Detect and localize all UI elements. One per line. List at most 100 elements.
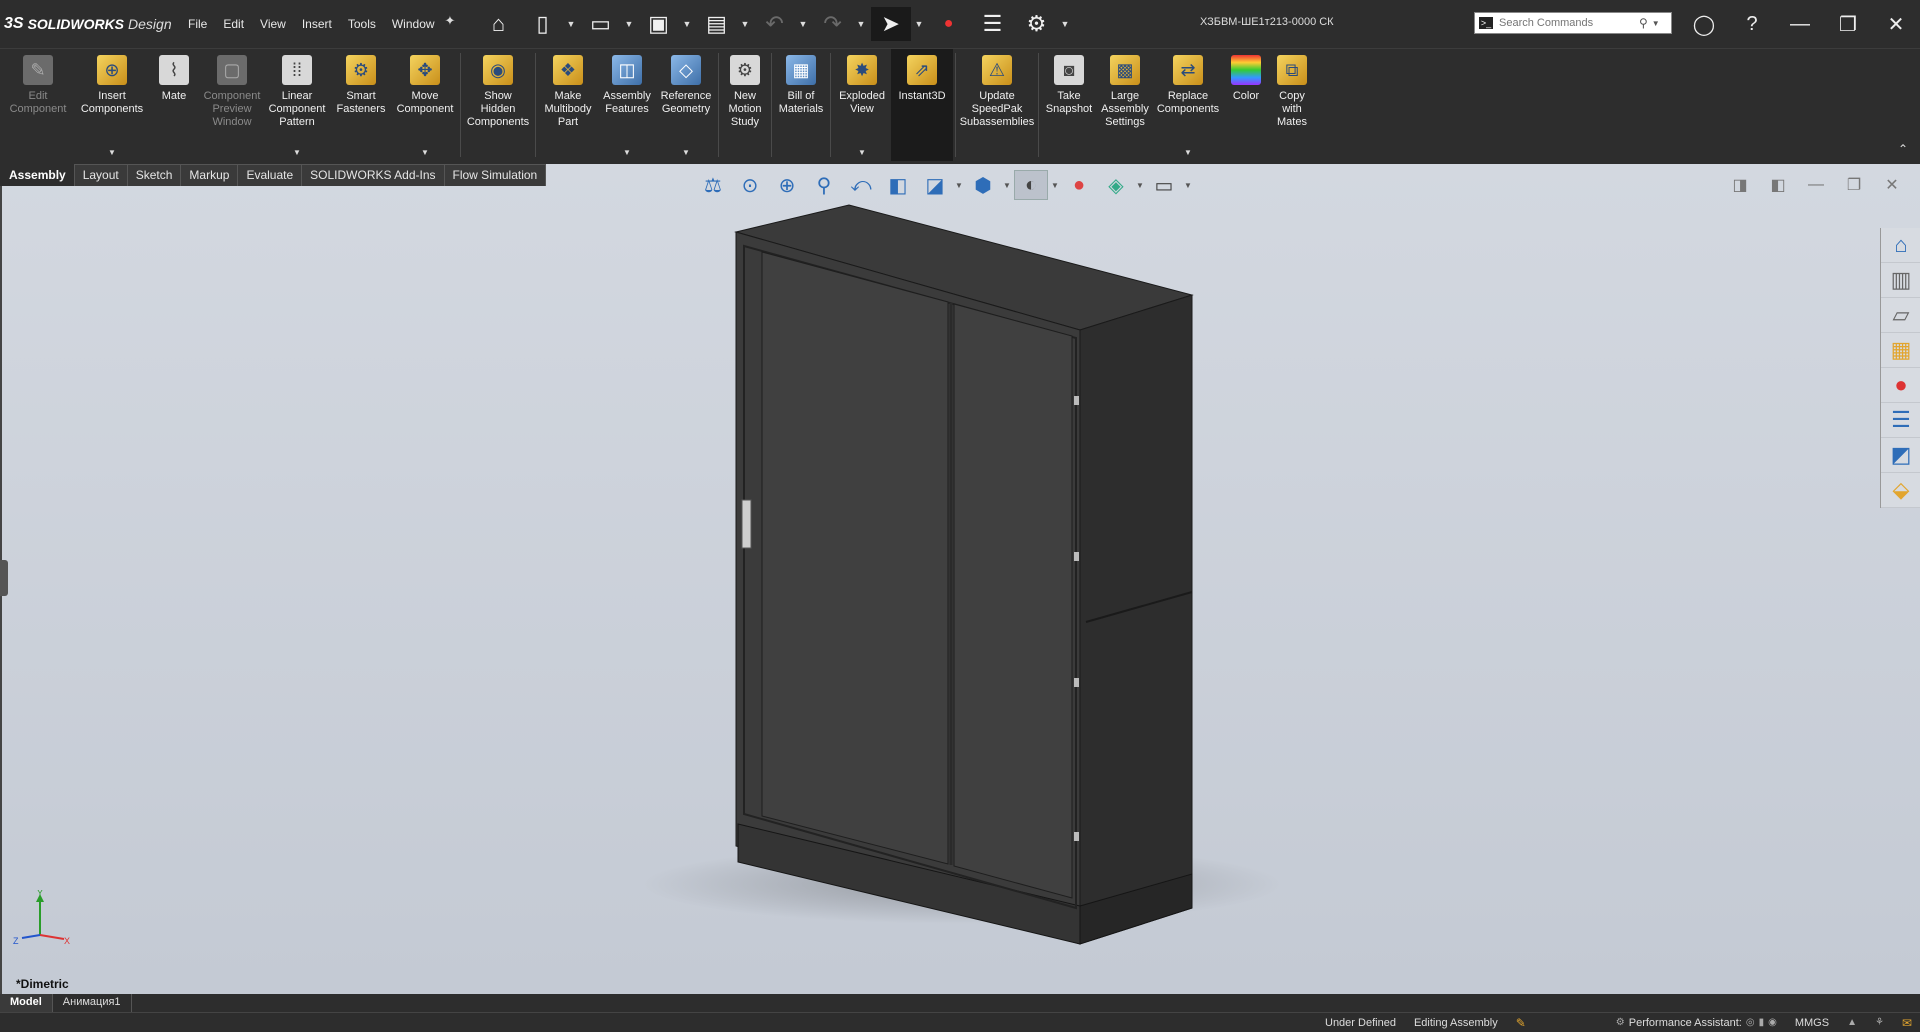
options-gear-icon[interactable]: ⚙ — [1017, 7, 1057, 41]
menu-view[interactable]: View — [252, 13, 294, 35]
menu-insert[interactable]: Insert — [294, 13, 340, 35]
viewport-close-icon[interactable]: ✕ — [1876, 174, 1908, 196]
search-icon[interactable]: ⚲ — [1639, 16, 1648, 30]
view-palette-icon[interactable]: ▦ — [1881, 333, 1920, 368]
tab-evaluate[interactable]: Evaluate — [237, 164, 303, 186]
expand-right-icon[interactable]: ◧ — [1762, 174, 1794, 196]
move-component-dropdown-icon[interactable]: ▼ — [421, 146, 429, 159]
solidworks-forum-icon[interactable]: ◩ — [1881, 438, 1920, 473]
quick-tips-icon[interactable]: ⚘ — [1875, 1017, 1884, 1028]
custom-properties-icon[interactable]: ☰ — [1881, 403, 1920, 438]
zoom-to-fit-icon[interactable]: ⊙ — [733, 170, 767, 200]
new-motion-study-button[interactable]: ⚙ New Motion Study — [721, 49, 769, 161]
tab-layout[interactable]: Layout — [73, 164, 128, 186]
feature-manager-expand-handle[interactable] — [0, 560, 8, 596]
section-view-icon[interactable]: ◧ — [881, 170, 915, 200]
assembly-features-dropdown-icon[interactable]: ▼ — [623, 146, 631, 159]
door-handle[interactable] — [741, 499, 752, 549]
select-cursor-icon[interactable]: ➤ — [870, 7, 911, 41]
rebuild-traffic-light-icon[interactable]: ● — [929, 7, 969, 41]
redo-dropdown-icon[interactable]: ▼ — [857, 19, 867, 29]
cabinet-3d-model[interactable] — [2, 164, 1918, 994]
minimize-icon[interactable]: — — [1776, 0, 1824, 48]
edit-appearance-icon[interactable]: ● — [1062, 170, 1096, 200]
color-button[interactable]: Color — [1223, 49, 1269, 161]
insert-components-dropdown-icon[interactable]: ▼ — [108, 146, 116, 159]
solidworks-resources-home-icon[interactable]: ⌂ — [1881, 228, 1920, 263]
design-library-icon[interactable]: ▥ — [1881, 263, 1920, 298]
toolbox-icon[interactable]: ⬙ — [1881, 473, 1920, 508]
update-speedpak-button[interactable]: ⚠ Update SpeedPak Subassemblies — [958, 49, 1036, 161]
options-dropdown-icon[interactable]: ▼ — [1061, 19, 1071, 29]
view-settings-monitor-icon[interactable]: ▭ — [1147, 170, 1181, 200]
home-icon[interactable]: ⌂ — [479, 7, 519, 41]
assembly-features-button[interactable]: ◫ Assembly Features ▼ — [598, 49, 656, 161]
select-dropdown-icon[interactable]: ▼ — [915, 19, 925, 29]
copy-with-mates-button[interactable]: ⧉ Copy with Mates — [1269, 49, 1315, 161]
menu-tools[interactable]: Tools — [340, 13, 384, 35]
save-dropdown-icon[interactable]: ▼ — [683, 19, 693, 29]
display-style-dropdown-icon[interactable]: ▼ — [1003, 181, 1011, 190]
new-dropdown-icon[interactable]: ▼ — [567, 19, 577, 29]
exploded-view-dropdown-icon[interactable]: ▼ — [858, 146, 866, 159]
performance-assistant[interactable]: ⚙ Performance Assistant: ◎ ▮ ◉ — [1616, 1017, 1777, 1029]
undo-icon[interactable]: ↶ — [755, 7, 795, 41]
show-hidden-components-button[interactable]: ◉ Show Hidden Components — [463, 49, 533, 161]
new-document-icon[interactable]: ▯ — [523, 7, 563, 41]
collapse-left-icon[interactable]: ◨ — [1724, 174, 1756, 196]
tab-solidworks-add-ins[interactable]: SOLIDWORKS Add-Ins — [301, 164, 445, 186]
tab-assembly[interactable]: Assembly — [0, 164, 75, 186]
mate-button[interactable]: ⌇ Mate — [148, 49, 200, 161]
linear-component-pattern-button[interactable]: ⁞⁞ Linear Component Pattern ▼ — [264, 49, 330, 161]
search-commands[interactable]: >_ ⚲ ▼ — [1474, 12, 1672, 34]
hide-show-dropdown-icon[interactable]: ▼ — [1051, 181, 1059, 190]
redo-icon[interactable]: ↷ — [813, 7, 853, 41]
menu-file[interactable]: File — [180, 13, 215, 35]
account-icon[interactable]: ◯ — [1680, 0, 1728, 48]
replace-components-dropdown-icon[interactable]: ▼ — [1184, 146, 1192, 159]
previous-view-icon[interactable]: ⤺ — [844, 170, 878, 200]
rebuild-status-icon[interactable]: ✎ — [1516, 1016, 1526, 1030]
file-explorer-icon[interactable]: ▱ — [1881, 298, 1920, 333]
tab-markup[interactable]: Markup — [180, 164, 239, 186]
make-multibody-part-button[interactable]: ❖ Make Multibody Part — [538, 49, 598, 161]
collapse-ribbon-icon[interactable]: ⌃ — [1898, 142, 1908, 156]
tab-flow-simulation[interactable]: Flow Simulation — [443, 164, 547, 186]
search-input[interactable] — [1499, 17, 1639, 29]
view-settings-dropdown-icon[interactable]: ▼ — [1184, 181, 1192, 190]
instant3d-button[interactable]: ⇗ Instant3D — [891, 49, 953, 161]
zoom-to-area-icon[interactable]: ⊕ — [770, 170, 804, 200]
move-component-button[interactable]: ✥ Move Component ▼ — [392, 49, 458, 161]
viewport-minimize-icon[interactable]: — — [1800, 174, 1832, 196]
reference-geometry-dropdown-icon[interactable]: ▼ — [682, 146, 690, 159]
bill-of-materials-button[interactable]: ▦ Bill of Materials — [774, 49, 828, 161]
appearances-scenes-icon[interactable]: ● — [1881, 368, 1920, 403]
edit-component-button[interactable]: ✎ Edit Component — [0, 49, 76, 161]
replace-components-button[interactable]: ⇄ Replace Components ▼ — [1153, 49, 1223, 161]
take-snapshot-button[interactable]: ◙ Take Snapshot — [1041, 49, 1097, 161]
view-orientation-dropdown-icon[interactable]: ▼ — [955, 181, 963, 190]
close-icon[interactable]: ✕ — [1872, 0, 1920, 48]
menu-edit[interactable]: Edit — [215, 13, 252, 35]
file-properties-icon[interactable]: ☰ — [973, 7, 1013, 41]
undo-dropdown-icon[interactable]: ▼ — [799, 19, 809, 29]
print-icon[interactable]: ▤ — [697, 7, 737, 41]
view-orientation-icon[interactable]: ◪ — [918, 170, 952, 200]
help-icon[interactable]: ? — [1728, 0, 1776, 48]
pin-menu-icon[interactable]: ✦ — [445, 13, 461, 35]
tab-animation1[interactable]: Анимация1 — [53, 994, 132, 1012]
print-dropdown-icon[interactable]: ▼ — [741, 19, 751, 29]
hide-show-items-icon[interactable]: ◐ — [1014, 170, 1048, 200]
right-door[interactable] — [953, 303, 1073, 899]
open-folder-icon[interactable]: ▭ — [581, 7, 621, 41]
units-dropdown-icon[interactable]: ▲ — [1847, 1017, 1857, 1028]
zoom-icon[interactable]: ⚲ — [807, 170, 841, 200]
graphics-area[interactable]: Y X Z *Dimetric — [0, 164, 1920, 994]
restore-icon[interactable]: ❐ — [1824, 0, 1872, 48]
units-system[interactable]: MMGS — [1795, 1017, 1829, 1029]
menu-window[interactable]: Window — [384, 13, 443, 35]
apply-scene-icon[interactable]: ◈ — [1099, 170, 1133, 200]
insert-components-button[interactable]: ⊕ Insert Components ▼ — [76, 49, 148, 161]
component-preview-window-button[interactable]: ▢ Component Preview Window — [200, 49, 264, 161]
smart-fasteners-button[interactable]: ⚙ Smart Fasteners — [330, 49, 392, 161]
